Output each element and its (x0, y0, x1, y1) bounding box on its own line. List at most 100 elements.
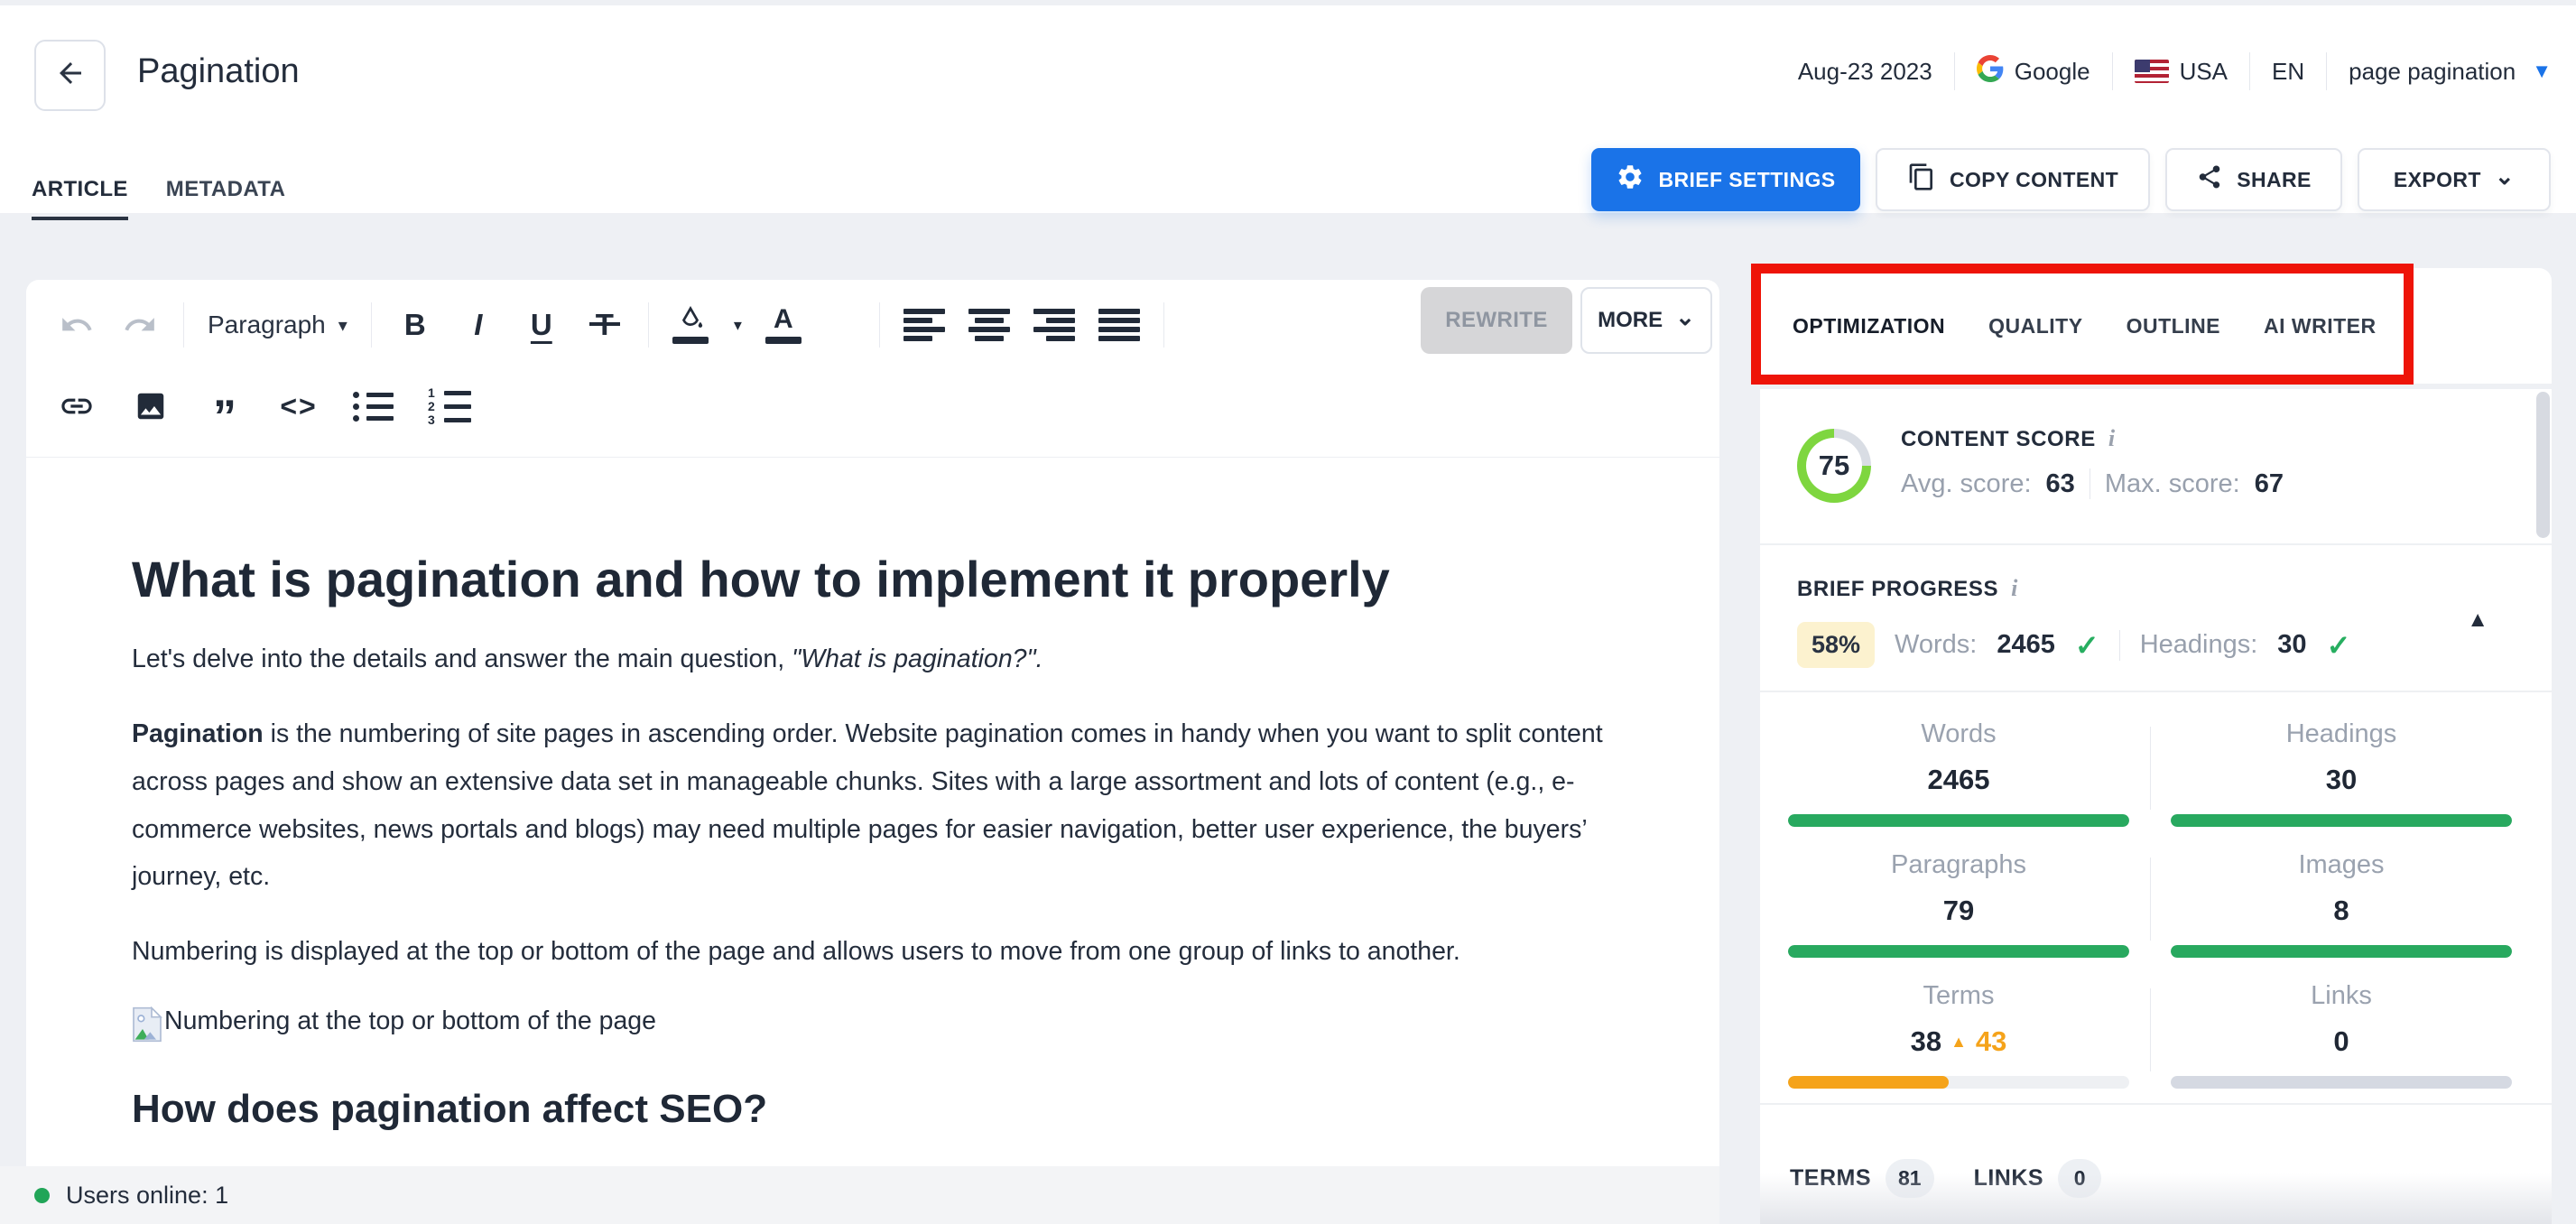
copy-content-button[interactable]: COPY CONTENT (1876, 148, 2150, 211)
divider (2326, 52, 2328, 90)
article-paragraph-1: Pagination is the numbering of site page… (132, 719, 1603, 892)
stat-progress-bar (2171, 945, 2512, 958)
panel-scrollbar[interactable] (2536, 392, 2550, 538)
collapse-icon[interactable]: ▲ (2467, 607, 2488, 633)
align-right-icon[interactable] (1033, 309, 1075, 341)
brief-progress-label: BRIEF PROGRESS (1797, 577, 1999, 601)
brief-progress-section: BRIEF PROGRESS i 58% Words: 2465 ✓ Headin… (1760, 548, 2552, 692)
stat-label: Paragraphs (1891, 850, 2026, 879)
divider (2249, 52, 2251, 90)
country-selector[interactable]: USA (2134, 58, 2228, 86)
check-icon: ✓ (2074, 628, 2099, 662)
tab-outline[interactable]: OUTLINE (2127, 314, 2220, 338)
stat-headings: Headings 30 (2150, 719, 2512, 827)
stat-words: Words 2465 (1788, 719, 2129, 827)
stat-progress-bar (1788, 814, 2129, 827)
insert-image-icon[interactable] (131, 384, 171, 429)
divider (183, 302, 184, 348)
divider (2111, 52, 2113, 90)
headings-label: Headings: (2139, 630, 2258, 659)
align-center-icon[interactable] (968, 309, 1010, 341)
underline-button[interactable]: U (522, 302, 561, 348)
pagination-term: Pagination (132, 719, 264, 749)
paragraph-style-label: Paragraph (208, 311, 326, 338)
article-intro: Let's delve into the details and answer … (132, 644, 1043, 674)
stat-links: Links 0 (2150, 981, 2512, 1089)
tab-article[interactable]: ARTICLE (32, 177, 128, 220)
stat-value: 38 ▲ 43 (1910, 1025, 2007, 1057)
stat-label: Terms (1923, 981, 1995, 1010)
rewrite-button[interactable]: REWRITE (1421, 287, 1572, 354)
code-icon[interactable]: <> (279, 384, 319, 429)
keyword-label: page pagination (2349, 57, 2516, 85)
export-button[interactable]: EXPORT ⌄ (2358, 148, 2551, 211)
article-metadata-tabs: ARTICLE METADATA (32, 177, 285, 220)
highlight-color-button[interactable] (672, 306, 709, 344)
share-icon (2196, 163, 2223, 196)
keyword-dropdown[interactable]: page pagination ▼ (2349, 58, 2552, 86)
blockquote-icon[interactable]: ” (205, 394, 245, 440)
intro-quote: "What is pagination?". (792, 644, 1043, 674)
undo-icon[interactable] (57, 302, 97, 348)
content-score-section: 75 CONTENT SCORE i Avg. score: 63 Max. sc… (1760, 389, 2552, 545)
status-bar: Users online: 1 (0, 1166, 1719, 1224)
stat-value: 79 (1942, 895, 1975, 926)
bold-button[interactable]: B (395, 302, 435, 348)
stat-label: Headings (2285, 719, 2397, 748)
share-button[interactable]: SHARE (2165, 148, 2342, 211)
content-score-label: CONTENT SCORE (1901, 427, 2096, 451)
divider (1163, 302, 1164, 348)
search-engine-label: Google (2014, 57, 2090, 85)
strikethrough-button[interactable]: T (588, 308, 621, 342)
redo-icon[interactable] (120, 302, 160, 348)
info-icon[interactable]: i (2011, 575, 2017, 601)
highlight-color-bar (672, 337, 709, 344)
article-h2: How does pagination affect SEO? (132, 1086, 768, 1131)
back-button[interactable] (34, 40, 106, 111)
language-label[interactable]: EN (2272, 58, 2304, 86)
align-justify-icon[interactable] (1098, 309, 1140, 341)
arrow-left-icon (54, 57, 87, 94)
article-image-row: Numbering at the top or bottom of the pa… (132, 1006, 1648, 1047)
brief-settings-label: BRIEF SETTINGS (1658, 167, 1836, 191)
stat-progress-bar (1788, 1076, 2129, 1089)
bullet-list-icon[interactable] (353, 384, 394, 429)
link-icon[interactable] (57, 384, 97, 429)
brief-progress-row: 58% Words: 2465 ✓ Headings: 30 ✓ (1797, 622, 2350, 668)
page-title: Pagination (137, 52, 300, 90)
text-color-button[interactable]: A (764, 306, 802, 344)
more-button[interactable]: MORE ⌄ (1580, 287, 1712, 354)
divider (878, 302, 880, 348)
tab-quality[interactable]: QUALITY (1988, 314, 2082, 338)
stat-value: 0 (2333, 1025, 2349, 1057)
tab-optimization[interactable]: OPTIMIZATION (1793, 314, 1945, 338)
italic-button[interactable]: I (459, 302, 498, 348)
tab-ai-writer[interactable]: AI WRITER (2264, 314, 2377, 338)
brief-settings-button[interactable]: BRIEF SETTINGS (1591, 148, 1860, 211)
caret-down-icon[interactable]: ▾ (734, 316, 742, 335)
max-score-value: 67 (2254, 468, 2284, 498)
paragraph-style-dropdown[interactable]: Paragraph ▾ (208, 311, 347, 339)
align-left-icon[interactable] (903, 309, 945, 341)
stat-value: 30 (2325, 764, 2358, 795)
stat-progress-bar (2171, 1076, 2512, 1089)
stat-label: Images (2298, 850, 2385, 879)
info-icon[interactable]: i (2108, 425, 2115, 451)
divider (647, 302, 649, 348)
numbered-list-icon[interactable]: 1 2 3 (428, 384, 471, 429)
stat-label: Links (2311, 981, 2372, 1010)
score-averages: Avg. score: 63 Max. score: 67 (1901, 468, 2284, 499)
broken-image-icon (132, 1006, 163, 1047)
optimization-panel: 75 CONTENT SCORE i Avg. score: 63 Max. sc… (1760, 389, 2552, 1224)
share-label: SHARE (2237, 167, 2312, 191)
header-buttons: BRIEF SETTINGS COPY CONTENT SHARE EXPORT… (1591, 148, 2551, 211)
content-editor-screen: Pagination Aug-23 2023 Google USA EN pag… (0, 0, 2576, 1224)
online-status-dot (34, 1187, 50, 1203)
max-score-label: Max. score: (2104, 468, 2240, 498)
search-engine[interactable]: Google (1976, 54, 2090, 88)
tab-metadata[interactable]: METADATA (166, 177, 286, 220)
chevron-down-icon: ⌄ (2494, 162, 2516, 190)
article-body[interactable]: What is pagination and how to implement … (132, 496, 1648, 1132)
stat-label: Words (1921, 719, 1997, 748)
editor-toolbar-row2: ” <> 1 2 3 (57, 381, 471, 440)
